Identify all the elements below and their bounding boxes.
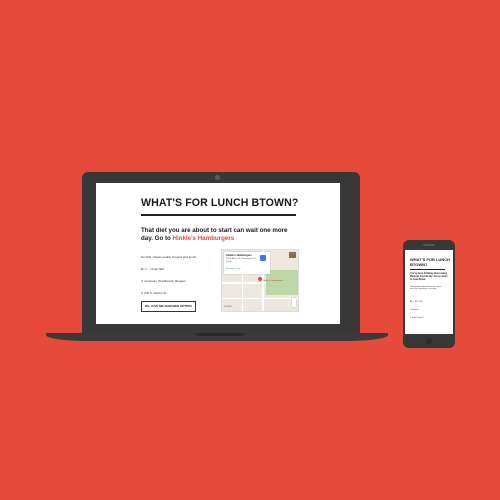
restaurant-category: ✕ American (Traditional), Burgers bbox=[141, 279, 186, 283]
map-pin-label: Hinkle's Hamburgers bbox=[263, 280, 284, 282]
home-button-icon[interactable] bbox=[426, 338, 432, 344]
speaker-icon bbox=[423, 244, 435, 246]
phone-address-text: Pride & Joy St. bbox=[411, 317, 424, 319]
phone-page-title: WHAT'S FOR LUNCH BTOWN? bbox=[410, 257, 450, 267]
phone-category-text: Mexican bbox=[412, 309, 419, 311]
phone-price-inactive: $$ bbox=[412, 301, 414, 303]
map-attribution: Google bbox=[224, 305, 232, 308]
phone-price-note: $10 - $30 bbox=[415, 301, 423, 303]
category-text: American (Traditional), Burgers bbox=[144, 279, 186, 283]
map-road bbox=[222, 298, 298, 300]
price-note: Under $10 bbox=[150, 267, 165, 271]
map-embed[interactable]: Hinkle's Hamburgers 206 S Adams St, Bloo… bbox=[221, 249, 299, 312]
price-range: $$$$ Under $10 bbox=[141, 267, 164, 271]
map-card-title: Hinkle's Hamburgers bbox=[226, 254, 252, 257]
map-zoom-control[interactable] bbox=[292, 298, 296, 307]
phone-category: ✕ Mexican bbox=[410, 309, 419, 311]
phone-recommendation-headline: You've been thinking about eating Mexica… bbox=[410, 273, 448, 281]
map-park bbox=[266, 270, 298, 295]
camera-icon bbox=[215, 175, 220, 180]
restaurant-address: ⚲ 206 S. Adams St. bbox=[141, 291, 167, 295]
map-larger-link[interactable]: View larger map bbox=[226, 268, 240, 270]
phone-price-range: $$$$ $10 - $30 bbox=[410, 301, 423, 303]
street-view-thumbnail[interactable] bbox=[289, 252, 296, 258]
directions-icon[interactable] bbox=[260, 255, 266, 261]
another-option-button[interactable]: NO, GIVE ME ANOTHER OPTION. bbox=[141, 301, 197, 312]
laptop-screen: WHAT'S FOR LUNCH BTOWN? That diet you ar… bbox=[96, 183, 340, 324]
phone-title-divider bbox=[410, 269, 445, 270]
recommendation-headline: That diet you are about to start can wai… bbox=[141, 227, 301, 243]
phone-address: ⚲ Pride & Joy St. bbox=[410, 317, 424, 319]
price-inactive: $$$ bbox=[142, 267, 148, 271]
restaurant-description: No frills, classic quality burgers and l… bbox=[141, 255, 197, 259]
phone-description: Good quality authentic Mexican cuisine f… bbox=[410, 286, 442, 291]
map-road bbox=[242, 274, 244, 311]
laptop-notch bbox=[195, 333, 245, 336]
title-divider bbox=[141, 214, 296, 216]
map-info-card: Hinkle's Hamburgers 206 S Adams St, Bloo… bbox=[224, 252, 270, 274]
page-title: WHAT'S FOR LUNCH BTOWN? bbox=[141, 197, 299, 209]
address-text: 206 S. Adams St. bbox=[144, 291, 168, 295]
map-card-address: 206 S Adams St, Bloomington, IN 47403 bbox=[226, 258, 256, 263]
restaurant-link[interactable]: Hinkle's Hamburgers bbox=[173, 235, 235, 242]
phone-screen: WHAT'S FOR LUNCH BTOWN? You've been thin… bbox=[405, 250, 453, 334]
